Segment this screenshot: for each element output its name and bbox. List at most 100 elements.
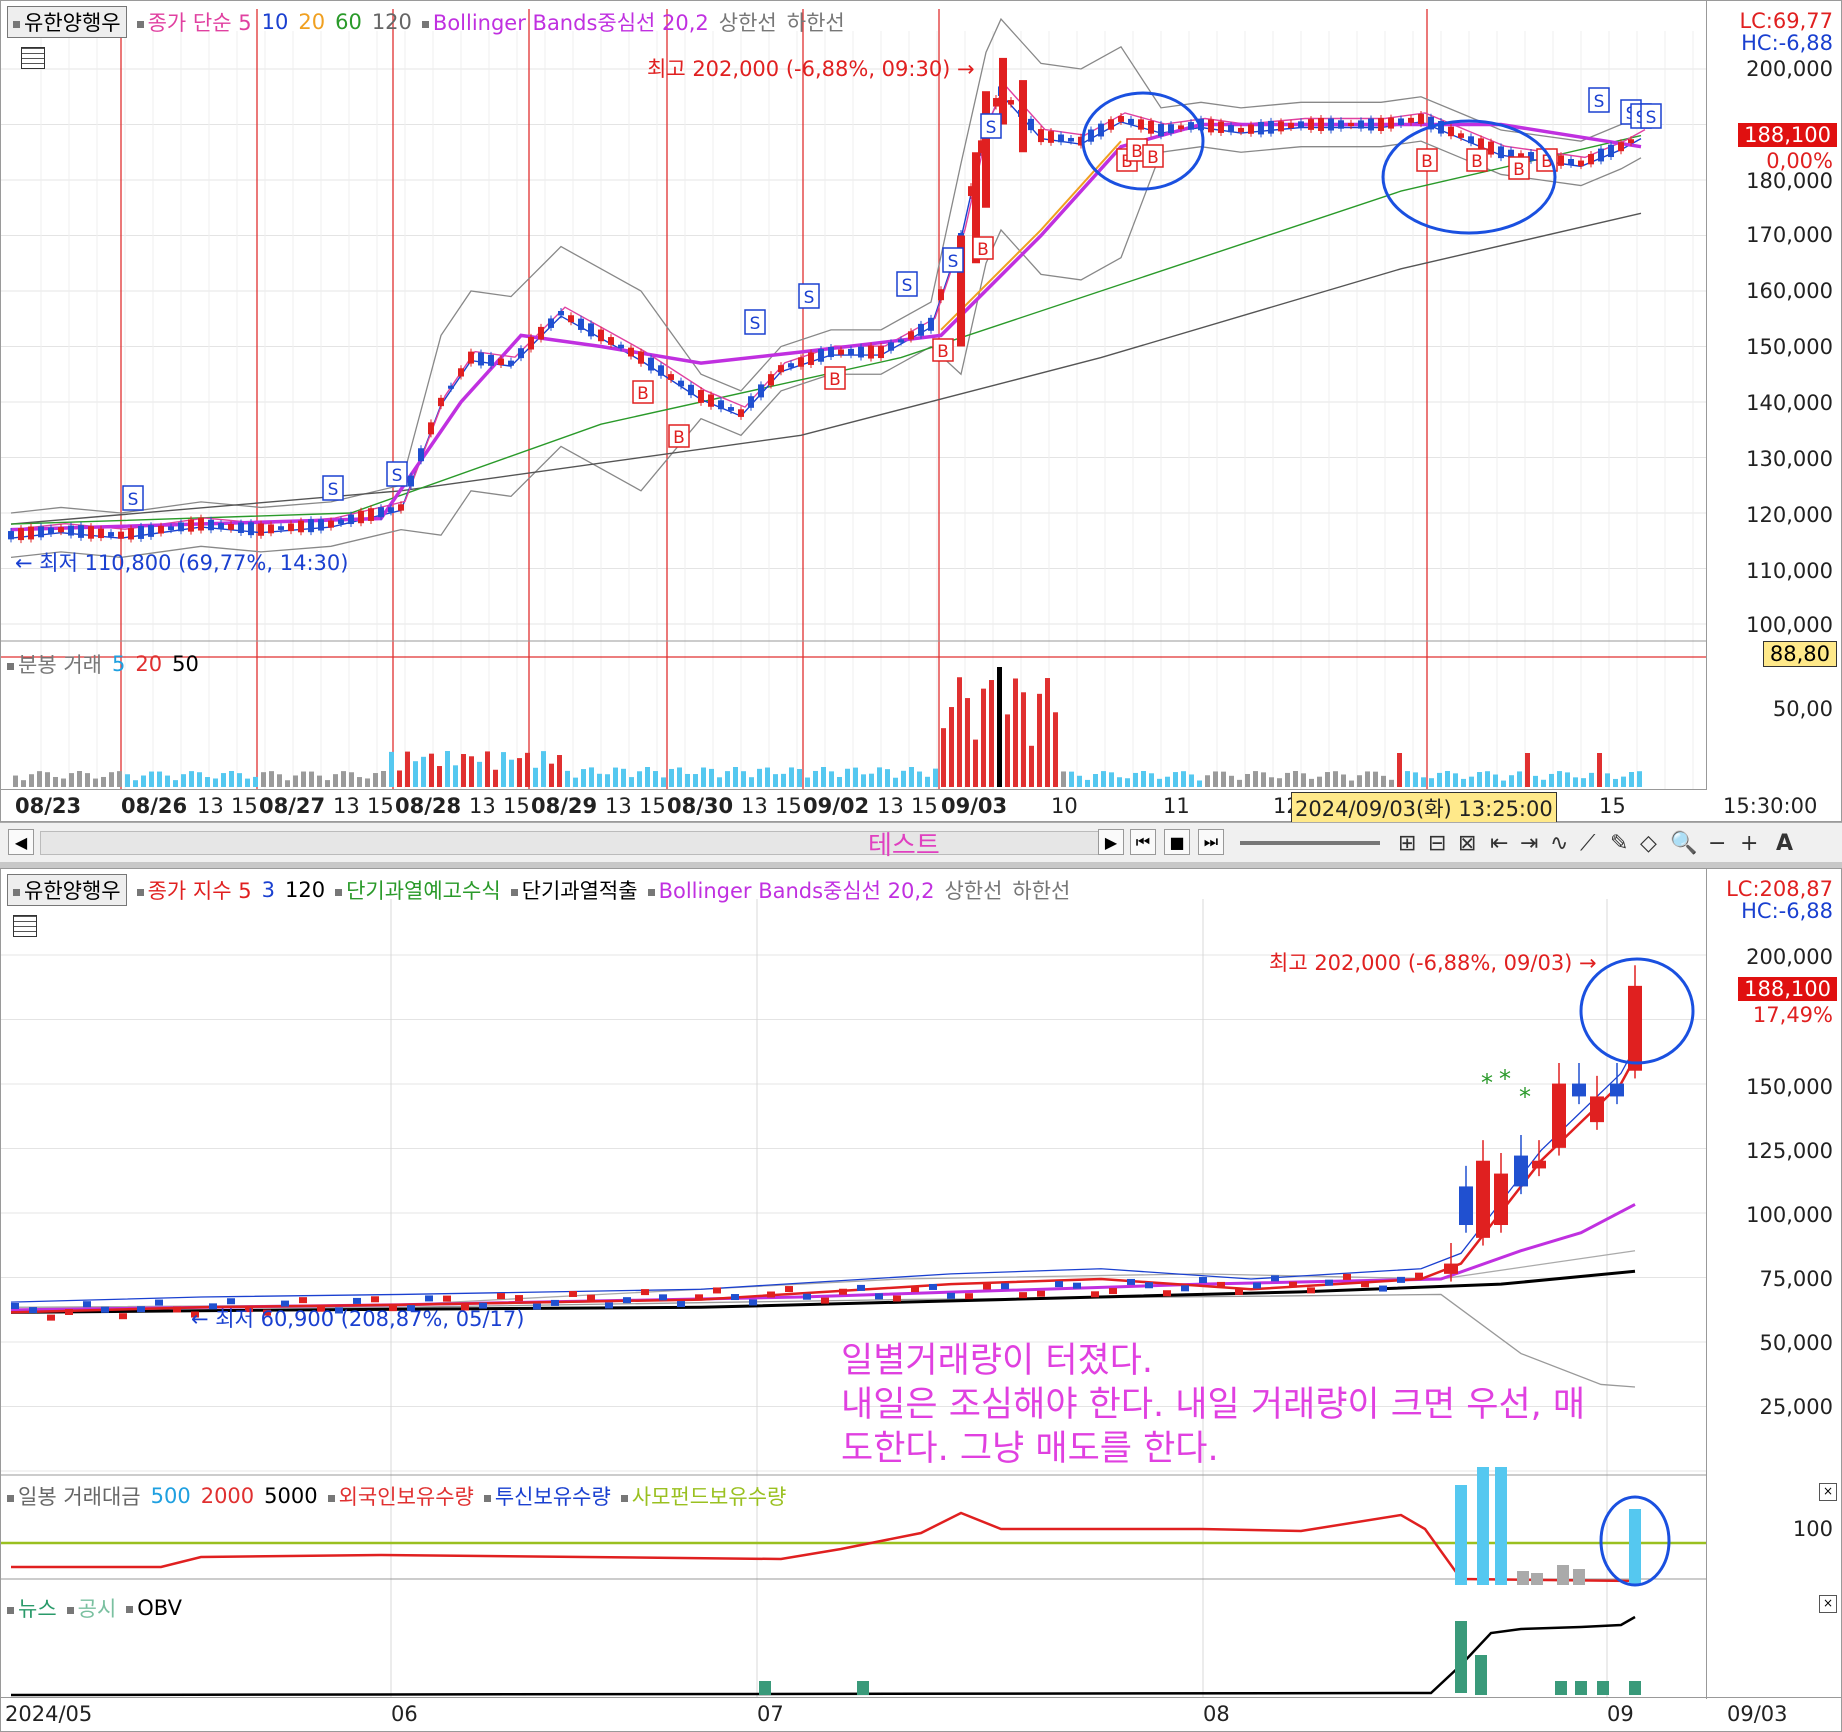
- volume-bar: [1309, 778, 1314, 787]
- rewind-button[interactable]: ⏮: [1130, 829, 1156, 855]
- legend-ma-10[interactable]: 10: [262, 10, 289, 34]
- daily-chart-panel[interactable]: * * * 유한양행우 종가 지수 5 3 120 단기과열예고수식 단기과열적출 …: [0, 868, 1842, 1732]
- candle-body: [1217, 1281, 1225, 1288]
- legend-pef-holding[interactable]: 사모펀드보유수량: [620, 1481, 786, 1511]
- volume-bar: [1613, 778, 1618, 787]
- x-tick: 13: [605, 794, 632, 818]
- text-tool-icon[interactable]: A: [1776, 831, 1793, 856]
- legend-upper-band[interactable]: 상한선: [944, 875, 1002, 905]
- legend-overheat-detect[interactable]: 단기과열적출: [510, 875, 638, 905]
- volume-bar: [1349, 780, 1354, 787]
- buy-signal-label: B: [673, 428, 685, 448]
- volume-bar: [589, 767, 594, 787]
- zoom-slider[interactable]: [1240, 841, 1380, 845]
- tool-icon-5[interactable]: ∿: [1550, 831, 1568, 856]
- scroll-right-button[interactable]: ▶: [1098, 829, 1124, 855]
- legend-disclosure[interactable]: 공시: [66, 1593, 116, 1623]
- legend-ma-60[interactable]: 60: [335, 10, 362, 34]
- legend-bollinger[interactable]: Bollinger Bands중심선 20,2: [647, 875, 934, 905]
- candle-body: [1098, 123, 1104, 137]
- legend-close[interactable]: 종가 단순 5: [136, 7, 252, 37]
- volume-bar: [205, 777, 210, 787]
- volume-bar: [677, 767, 682, 787]
- legend-close[interactable]: 종가 지수 5: [136, 875, 252, 905]
- legend-vol-ma-5[interactable]: 5: [112, 652, 125, 676]
- volume-bar: [1277, 778, 1282, 787]
- volume-bar: [373, 773, 378, 787]
- candle-body: [1128, 118, 1134, 125]
- candle-body: [1343, 1273, 1351, 1280]
- zoom-in-icon[interactable]: +: [1740, 831, 1758, 856]
- horizontal-scrollbar[interactable]: [40, 831, 1122, 855]
- search-icon[interactable]: 🔍: [1670, 831, 1697, 856]
- buy-signal-label: B: [1421, 152, 1433, 172]
- legend-trade-value[interactable]: 일봉 거래대금: [7, 1481, 141, 1511]
- tool-icon-8[interactable]: ◇: [1640, 831, 1657, 856]
- legend-foreign-holding[interactable]: 외국인보유수량: [327, 1481, 474, 1511]
- candle-body: [168, 526, 174, 531]
- volume-bar: [85, 773, 90, 787]
- candle-body: [1168, 124, 1174, 134]
- legend-volume[interactable]: 분봉 거래: [7, 649, 102, 679]
- stock-name-tag[interactable]: 유한양행우: [7, 874, 127, 906]
- volume-bar: [1253, 771, 1258, 787]
- legend-lower-band[interactable]: 하한선: [787, 7, 845, 37]
- minute-chart-panel[interactable]: SSSSSSSSSSSSBBBBBBBBBBBB 유한양행우 종가 단순 5 1…: [0, 0, 1842, 824]
- candle-body: [1158, 123, 1164, 137]
- stop-button[interactable]: ■: [1164, 829, 1190, 855]
- legend-vol-ma-50[interactable]: 50: [172, 652, 199, 676]
- grid-table-icon[interactable]: [21, 47, 45, 69]
- grid-table-icon[interactable]: [13, 915, 37, 937]
- legend-ma-120[interactable]: 120: [372, 10, 412, 34]
- news-bar: [759, 1681, 771, 1695]
- volume-bar: [717, 777, 722, 787]
- legend-obv[interactable]: OBV: [126, 1596, 182, 1620]
- candle-body: [1008, 100, 1014, 105]
- volume-bar: [1117, 777, 1122, 787]
- x-tick: 13: [741, 794, 768, 818]
- close-pane-icon[interactable]: ×: [1819, 1595, 1837, 1613]
- tool-icon-0[interactable]: ⊞: [1398, 831, 1416, 856]
- legend-bollinger[interactable]: Bollinger Bands중심선 20,2: [421, 7, 709, 37]
- tool-icon-6[interactable]: ⟋: [1580, 831, 1595, 856]
- volume-bar: [37, 771, 42, 787]
- tool-icon-3[interactable]: ⇤: [1490, 831, 1508, 856]
- forward-button[interactable]: ⏭: [1198, 829, 1224, 855]
- tool-icon-7[interactable]: ✎: [1610, 831, 1628, 856]
- legend-vol-ma-20[interactable]: 20: [135, 652, 162, 676]
- daily-price-chart[interactable]: * **: [1, 869, 1707, 1731]
- volume-bar: [1213, 771, 1218, 787]
- scroll-left-button[interactable]: ◀: [8, 829, 34, 855]
- volume-bar: [349, 772, 354, 787]
- legend-ma-3[interactable]: 3: [262, 878, 275, 902]
- daily-volume-legend: 일봉 거래대금 500 2000 5000 외국인보유수량 투신보유수량 사모펀…: [7, 1483, 786, 1509]
- legend-ma-120[interactable]: 120: [285, 878, 325, 902]
- legend-lower-band[interactable]: 하한선: [1012, 875, 1070, 905]
- legend-tv-5000[interactable]: 5000: [264, 1484, 317, 1508]
- tool-icon-2[interactable]: ⊠: [1458, 831, 1476, 856]
- legend-tv-2000[interactable]: 2000: [201, 1484, 254, 1508]
- x-tick: 08/26: [121, 794, 188, 818]
- title-overlay-text: 테스트: [868, 831, 940, 861]
- stock-name-tag[interactable]: 유한양행우: [7, 6, 127, 38]
- tool-icon-1[interactable]: ⊟: [1428, 831, 1446, 856]
- candle-body: [695, 1294, 703, 1301]
- candle-body: [1001, 1283, 1009, 1290]
- legend-ma-20[interactable]: 20: [298, 10, 325, 34]
- legend-trust-holding[interactable]: 투신보유수량: [483, 1481, 611, 1511]
- tool-icon-4[interactable]: ⇥: [1520, 831, 1538, 856]
- x-tick: 15: [1599, 794, 1626, 818]
- volume-bar: [149, 771, 154, 787]
- legend-news[interactable]: 뉴스: [7, 1593, 57, 1623]
- volume-bar: [325, 780, 330, 787]
- candle-body: [1248, 124, 1254, 134]
- legend-tv-500[interactable]: 500: [151, 1484, 191, 1508]
- legend-upper-band[interactable]: 상한선: [719, 7, 777, 37]
- legend-overheat-formula[interactable]: 단기과열예고수식: [335, 875, 501, 905]
- minute-price-chart[interactable]: SSSSSSSSSSSSBBBBBBBBBBBB: [1, 1, 1707, 821]
- close-pane-icon[interactable]: ×: [1819, 1483, 1837, 1501]
- candle-body: [1476, 1160, 1490, 1238]
- zoom-out-icon[interactable]: −: [1708, 831, 1726, 856]
- volume-bar: [285, 780, 290, 787]
- candle-body: [528, 336, 534, 350]
